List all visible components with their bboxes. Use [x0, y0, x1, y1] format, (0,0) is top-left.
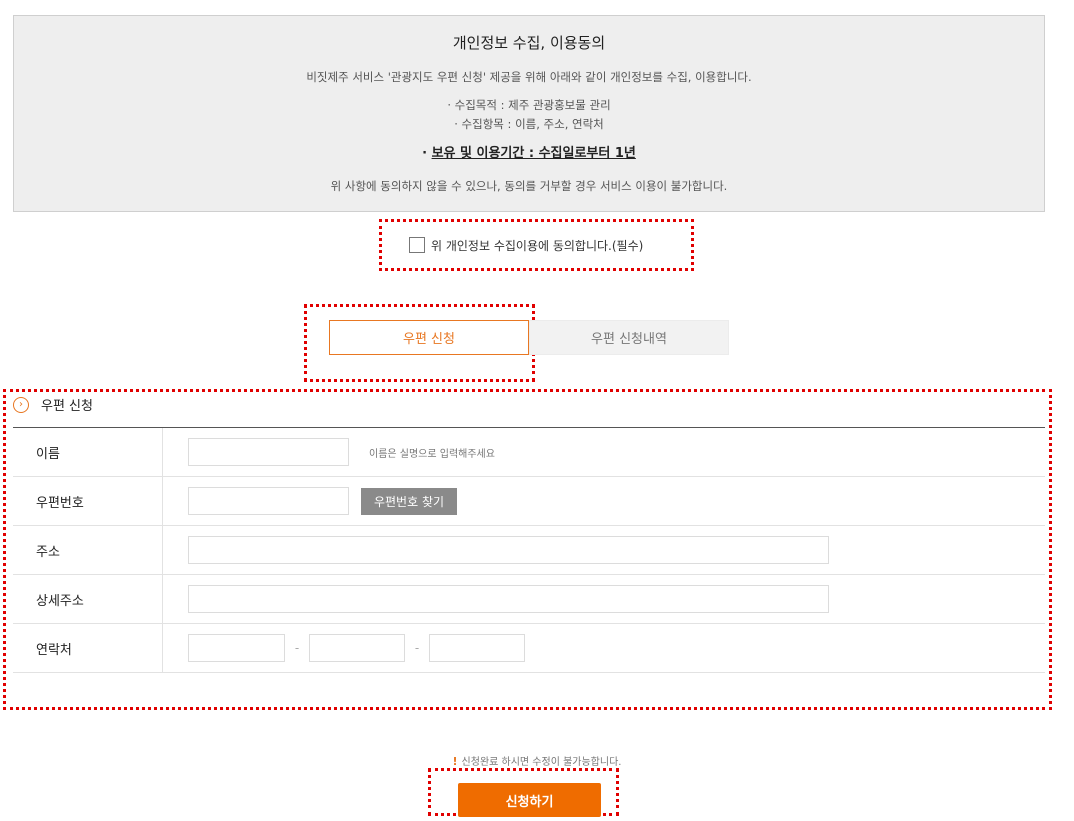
name-label: 이름 [13, 428, 163, 476]
form-row-zip: 우편번호 우편번호 찾기 [13, 477, 1045, 526]
zip-label: 우편번호 [13, 477, 163, 525]
notice-text: 신청완료 하시면 수정이 불가능합니다. [461, 757, 622, 768]
phone-input-3[interactable] [429, 634, 525, 662]
agree-row[interactable]: 위 개인정보 수집이용에 동의합니다.(필수) [409, 236, 643, 254]
tab-mail-history[interactable]: 우편 신청내역 [529, 320, 729, 355]
phone-input-2[interactable] [309, 634, 405, 662]
name-input[interactable] [188, 438, 349, 466]
agree-label[interactable]: 위 개인정보 수집이용에 동의합니다.(필수) [431, 237, 643, 254]
warning-icon: ! [452, 755, 458, 768]
consent-note: 위 사항에 동의하지 않을 수 있으나, 동의를 거부할 경우 서비스 이용이 … [330, 179, 728, 193]
consent-purpose: · 수집목적 : 제주 관광홍보물 관리 [447, 98, 611, 112]
address-input[interactable] [188, 536, 829, 564]
retention-bullet: · [422, 146, 432, 161]
zip-search-button[interactable]: 우편번호 찾기 [361, 487, 457, 515]
section-heading: › 우편 신청 [13, 395, 93, 414]
retention-text: 보유 및 이용기간 : 수집일로부터 1년 [431, 146, 636, 161]
consent-title: 개인정보 수집, 이용동의 [452, 34, 606, 52]
section-title: 우편 신청 [41, 399, 93, 414]
consent-box: 개인정보 수집, 이용동의 비짓제주 서비스 '관광지도 우편 신청' 제공을 … [13, 15, 1045, 212]
tab-mail-request[interactable]: 우편 신청 [329, 320, 529, 355]
phone-input-1[interactable] [188, 634, 285, 662]
agree-checkbox[interactable] [409, 237, 425, 253]
submit-notice: ! 신청완료 하시면 수정이 불가능합니다. [0, 753, 1074, 768]
address-label: 주소 [13, 526, 163, 574]
phone-separator: - [294, 641, 300, 655]
form-row-phone: 연락처 - - [13, 624, 1045, 673]
form-row-name: 이름 이름은 실명으로 입력해주세요 [13, 428, 1045, 477]
consent-retention: · 보유 및 이용기간 : 수집일로부터 1년 [14, 142, 1044, 161]
chevron-circle-icon: › [13, 396, 29, 413]
consent-intro: 비짓제주 서비스 '관광지도 우편 신청' 제공을 위해 아래와 같이 개인정보… [306, 70, 752, 84]
form-row-address: 주소 [13, 526, 1045, 575]
phone-label: 연락처 [13, 624, 163, 672]
detail-address-input[interactable] [188, 585, 829, 613]
zip-input[interactable] [188, 487, 349, 515]
detail-address-label: 상세주소 [13, 575, 163, 623]
phone-separator: - [414, 641, 420, 655]
submit-button[interactable]: 신청하기 [458, 783, 601, 817]
request-form: 이름 이름은 실명으로 입력해주세요 우편번호 우편번호 찾기 주소 상세주소 … [13, 427, 1045, 721]
consent-fields: · 수집항목 : 이름, 주소, 연락처 [454, 117, 604, 131]
form-row-detail: 상세주소 [13, 575, 1045, 624]
form-row-empty [13, 673, 1045, 721]
name-hint: 이름은 실명으로 입력해주세요 [369, 448, 495, 460]
